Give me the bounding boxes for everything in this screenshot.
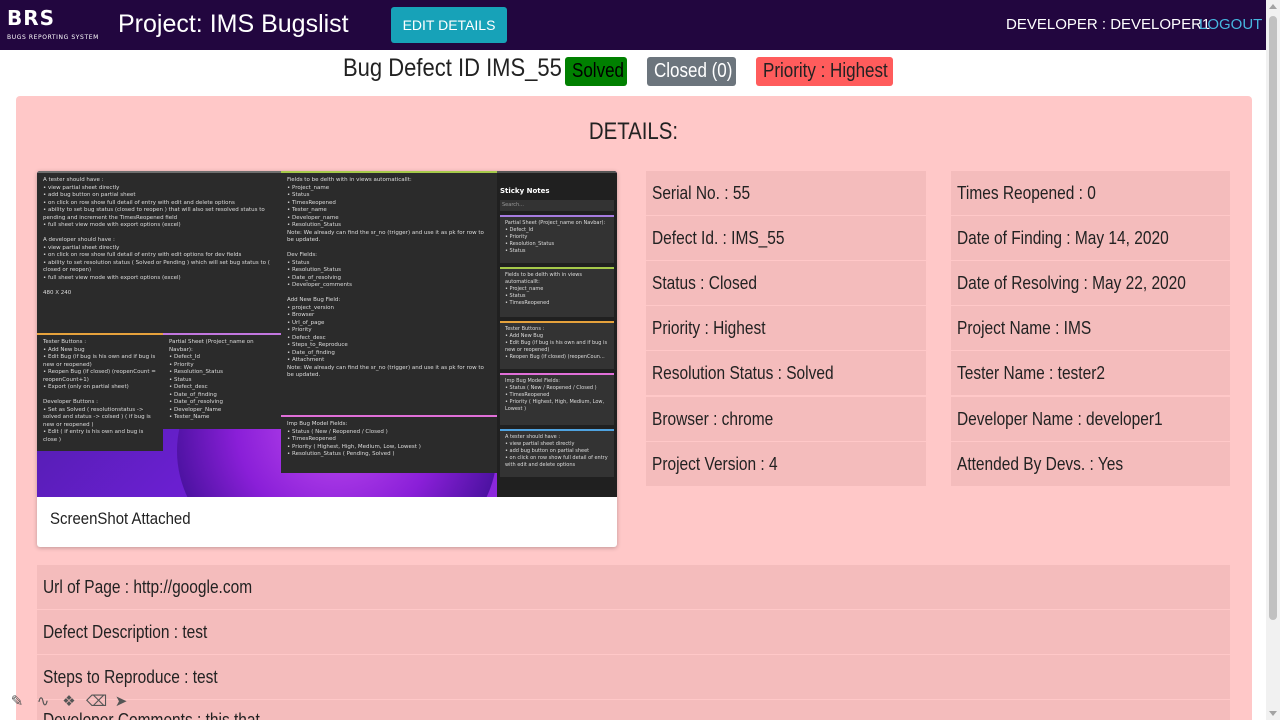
scroll-up-icon[interactable] (1269, 4, 1277, 9)
status-badge-solved: Solved (565, 57, 627, 86)
screenshot-card[interactable]: A tester should have : • view partial sh… (37, 171, 617, 547)
brand-main-text: BRS (7, 6, 56, 30)
brand-sub-text: BUGS REPORTING SYSTEM (7, 34, 99, 41)
note-window-buttons: Tester Buttons : • Add New bug • Edit Bu… (37, 333, 163, 451)
navbar: BRS BUGS REPORTING SYSTEM Project: IMS B… (0, 0, 1280, 50)
screenshot-caption: ScreenShot Attached (50, 509, 191, 528)
bug-title: Bug Defect ID IMS_55 (343, 54, 562, 82)
eraser-icon[interactable]: ⌫ (86, 692, 107, 710)
field-browser: Browser : chrome (646, 397, 926, 441)
brand-logo[interactable]: BRS BUGS REPORTING SYSTEM (7, 6, 99, 41)
field-serial-no: Serial No. : 55 (646, 171, 926, 215)
freehand-icon[interactable]: ∿ (34, 692, 52, 710)
field-times-reopened: Times Reopened : 0 (951, 171, 1230, 215)
field-attended-by-devs: Attended By Devs. : Yes (951, 442, 1230, 486)
field-developer-name: Developer Name : developer1 (951, 397, 1230, 441)
field-tester-name: Tester Name : tester2 (951, 351, 1230, 395)
note-window-tester: A tester should have : • view partial sh… (37, 171, 281, 333)
status-badge-closed: Closed (0) (647, 57, 736, 86)
field-date-of-resolving: Date of Resolving : May 22, 2020 (951, 261, 1230, 305)
field-steps-to-reproduce: Steps to Reproduce : test (37, 655, 1230, 699)
sticky-note-2: Fields to be delth with in views automat… (500, 267, 614, 317)
scroll-thumb[interactable] (1269, 16, 1277, 620)
field-date-of-finding: Date of Finding : May 14, 2020 (951, 216, 1230, 260)
field-priority: Priority : Highest (646, 306, 926, 350)
page-scrollbar[interactable] (1266, 0, 1280, 720)
field-url-of-page: Url of Page : http://google.com (37, 565, 1230, 609)
logout-link[interactable]: LOGOUT (1199, 16, 1262, 33)
note-window-model-fields: Imp Bug Model Fields: • Status ( New / R… (281, 415, 497, 473)
highlighter-icon[interactable]: ❖ (60, 692, 78, 710)
sticky-note-3: Tester Buttons : • Add New Bug • Edit Bu… (500, 321, 614, 369)
pointer-icon[interactable]: ➤ (112, 692, 130, 710)
sticky-note-1: Partial Sheet (Project_name on Navbar): … (500, 215, 614, 263)
field-project-version: Project Version : 4 (646, 442, 926, 486)
developer-label: DEVELOPER : DEVELOPER1 (1006, 16, 1211, 33)
scroll-down-icon[interactable] (1269, 711, 1277, 716)
sticky-search: Search... (500, 199, 614, 211)
field-defect-description: Defect Description : test (37, 610, 1230, 654)
sticky-notes-title: Sticky Notes (500, 187, 550, 195)
priority-badge: Priority : Highest (756, 57, 893, 86)
sticky-note-5: A tester should have : • view partial sh… (500, 429, 614, 477)
pencil-icon[interactable]: ✎ (8, 692, 26, 710)
note-window-fields: Fields to be delth with in views automat… (281, 171, 497, 415)
note-window-partial-sheet: Partial Sheet (Project_name on Navbar): … (163, 333, 281, 429)
details-heading: DETAILS: (588, 118, 678, 145)
field-developer-comments: Developer Comments : this that (37, 700, 1230, 720)
field-resolution-status: Resolution Status : Solved (646, 351, 926, 395)
sticky-note-4: Imp Bug Model Fields: • Status ( New / R… (500, 373, 614, 425)
field-defect-id: Defect Id. : IMS_55 (646, 216, 926, 260)
edit-details-button[interactable]: EDIT DETAILS (391, 7, 507, 43)
screenshot-image[interactable]: A tester should have : • view partial sh… (37, 171, 617, 497)
sticky-notes-panel: Sticky Notes Search... Partial Sheet (Pr… (497, 171, 617, 497)
field-project-name: Project Name : IMS (951, 306, 1230, 350)
project-title: Project: IMS Bugslist (118, 10, 349, 38)
field-status: Status : Closed (646, 261, 926, 305)
